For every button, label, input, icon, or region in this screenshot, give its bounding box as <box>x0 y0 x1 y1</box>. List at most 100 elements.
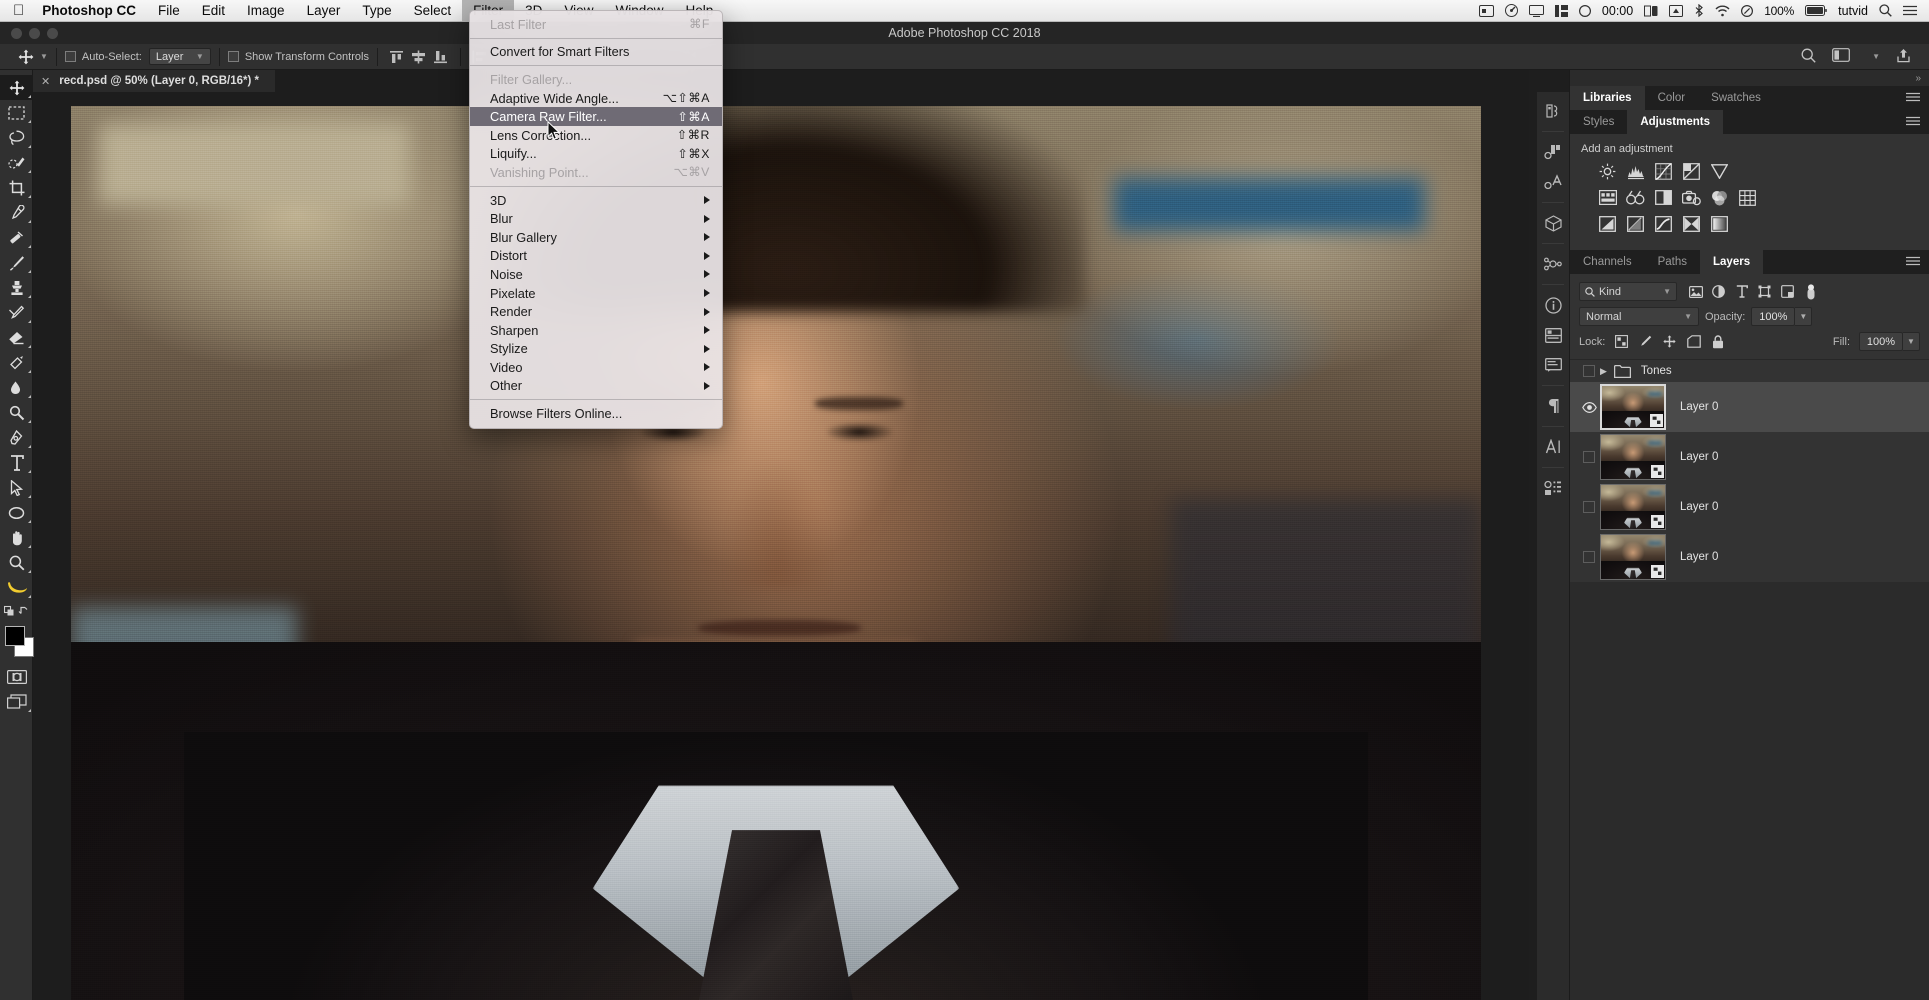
screen-mode-button[interactable] <box>0 689 33 714</box>
panel-menu-icon[interactable] <box>1906 115 1920 129</box>
menu-item-edit[interactable]: Edit <box>191 0 236 22</box>
quick-selection-tool[interactable] <box>0 150 33 175</box>
brightness-contrast-icon[interactable] <box>1598 162 1617 181</box>
wifi-icon[interactable] <box>1715 5 1730 17</box>
menu-option-noise[interactable]: Noise <box>470 265 722 284</box>
layer-visibility-toggle[interactable] <box>1578 451 1600 463</box>
layer-thumbnail[interactable] <box>1600 434 1666 480</box>
menu-option-blur[interactable]: Blur <box>470 209 722 228</box>
ellipse-shape-tool[interactable] <box>0 500 33 525</box>
layer-visibility-toggle[interactable] <box>1578 501 1600 513</box>
actions-panel-icon[interactable] <box>1537 473 1569 503</box>
airplay-icon[interactable] <box>1529 5 1544 17</box>
crop-tool[interactable] <box>0 175 33 200</box>
menu-option-liquify[interactable]: Liquify... ⇧⌘X <box>470 145 722 164</box>
panel-menu-icon[interactable] <box>1906 255 1920 269</box>
paragraph-styles-icon[interactable] <box>1537 167 1569 197</box>
tab-layers[interactable]: Layers <box>1700 250 1763 274</box>
align-bottom-edges-icon[interactable] <box>430 47 452 67</box>
do-not-disturb-icon[interactable] <box>1741 5 1753 17</box>
filter-type-icon[interactable] <box>1730 282 1753 301</box>
move-tool[interactable] <box>0 75 33 100</box>
menu-option-adaptive-wide-angle[interactable]: Adaptive Wide Angle... ⌥⇧⌘A <box>470 89 722 108</box>
quick-mask-mode-button[interactable] <box>0 664 33 689</box>
menu-item-layer[interactable]: Layer <box>296 0 352 22</box>
eyedropper-tool[interactable] <box>0 200 33 225</box>
backup-icon[interactable] <box>1644 5 1658 17</box>
opacity-slider-chevron-icon[interactable]: ▼ <box>1795 307 1812 326</box>
filter-kind-dropdown[interactable]: Kind ▼ <box>1579 282 1677 301</box>
pen-tool[interactable] <box>0 425 33 450</box>
3d-panel-icon[interactable] <box>1537 208 1569 238</box>
document-image[interactable] <box>71 106 1481 1000</box>
brush-tool[interactable] <box>0 250 33 275</box>
panel-menu-icon[interactable] <box>1906 91 1920 105</box>
zoom-tool[interactable] <box>0 550 33 575</box>
battery-percent[interactable]: 100% <box>1764 4 1794 18</box>
table-row[interactable]: Layer 0 <box>1570 532 1929 582</box>
search-icon[interactable] <box>1801 48 1816 66</box>
lock-image-pixels-icon[interactable] <box>1638 334 1653 349</box>
timeline-icon[interactable] <box>1537 249 1569 279</box>
layer-visibility-toggle[interactable] <box>1578 402 1600 413</box>
tab-paths[interactable]: Paths <box>1645 250 1700 274</box>
exposure-icon[interactable] <box>1682 162 1701 181</box>
stats-icon[interactable] <box>1555 5 1568 17</box>
menu-option-blur-gallery[interactable]: Blur Gallery <box>470 228 722 247</box>
control-center-icon[interactable] <box>1903 5 1917 16</box>
rectangular-marquee-tool[interactable] <box>0 100 33 125</box>
workspace-icon[interactable] <box>1832 48 1850 65</box>
channel-mixer-icon[interactable] <box>1710 188 1729 207</box>
lock-all-icon[interactable] <box>1710 334 1725 349</box>
tab-swatches[interactable]: Swatches <box>1698 86 1774 110</box>
menu-option-filter-gallery[interactable]: Filter Gallery... <box>470 70 722 89</box>
posterize-icon[interactable] <box>1626 214 1645 233</box>
filter-menu[interactable]: Last Filter ⌘F Convert for Smart Filters… <box>469 10 723 429</box>
levels-icon[interactable] <box>1626 162 1645 181</box>
menu-option-convert-for-smart-filters[interactable]: Convert for Smart Filters <box>470 43 722 62</box>
table-row[interactable]: Layer 0 <box>1570 482 1929 532</box>
layer-visibility-toggle[interactable] <box>1578 551 1600 563</box>
healing-brush-tool[interactable] <box>0 225 33 250</box>
close-icon[interactable]: ✕ <box>41 75 50 88</box>
menu-option-last-filter[interactable]: Last Filter ⌘F <box>470 15 722 34</box>
gradient-map-icon[interactable] <box>1682 214 1701 233</box>
chevron-down-icon[interactable]: ▼ <box>1872 52 1880 61</box>
path-selection-tool[interactable] <box>0 475 33 500</box>
shortcut-icon[interactable] <box>1505 4 1518 17</box>
menu-option-pixelate[interactable]: Pixelate <box>470 284 722 303</box>
color-lookup-icon[interactable] <box>1738 188 1757 207</box>
apple-logo-icon[interactable]:  <box>0 3 38 18</box>
type-tool[interactable] <box>0 450 33 475</box>
align-vertical-centers-icon[interactable] <box>408 47 430 67</box>
layer-thumbnail[interactable] <box>1600 384 1666 430</box>
user-name[interactable]: tutvid <box>1838 4 1868 18</box>
menu-option-vanishing-point[interactable]: Vanishing Point... ⌥⌘V <box>470 163 722 182</box>
tab-channels[interactable]: Channels <box>1570 250 1645 274</box>
lock-artboard-icon[interactable] <box>1686 334 1701 349</box>
group-visibility-toggle[interactable] <box>1578 365 1600 377</box>
screen-record-icon[interactable] <box>1479 5 1494 17</box>
tab-styles[interactable]: Styles <box>1570 110 1627 134</box>
lasso-tool[interactable] <box>0 125 33 150</box>
comments-panel-icon[interactable] <box>1537 350 1569 380</box>
info-panel-icon[interactable] <box>1537 290 1569 320</box>
default-colors-and-swap[interactable] <box>0 600 33 620</box>
histogram-icon[interactable] <box>1537 96 1569 126</box>
layer-thumbnail[interactable] <box>1600 484 1666 530</box>
chevron-right-icon[interactable]: ▶ <box>1600 366 1607 377</box>
menu-app-name[interactable]: Photoshop CC <box>38 0 147 22</box>
eraser-tool[interactable] <box>0 325 33 350</box>
lock-transparent-pixels-icon[interactable] <box>1614 334 1629 349</box>
paragraph-icon[interactable] <box>1537 391 1569 421</box>
show-transform-controls-checkbox[interactable] <box>228 51 239 62</box>
history-brush-tool[interactable] <box>0 300 33 325</box>
menu-option-stylize[interactable]: Stylize <box>470 340 722 359</box>
hand-tool[interactable] <box>0 525 33 550</box>
gradient-tool[interactable] <box>0 350 33 375</box>
menu-option-render[interactable]: Render <box>470 302 722 321</box>
tab-libraries[interactable]: Libraries <box>1570 86 1645 110</box>
photo-filter-icon[interactable] <box>1682 188 1701 207</box>
color-swatches[interactable] <box>0 624 33 664</box>
battery-icon[interactable] <box>1805 5 1827 16</box>
